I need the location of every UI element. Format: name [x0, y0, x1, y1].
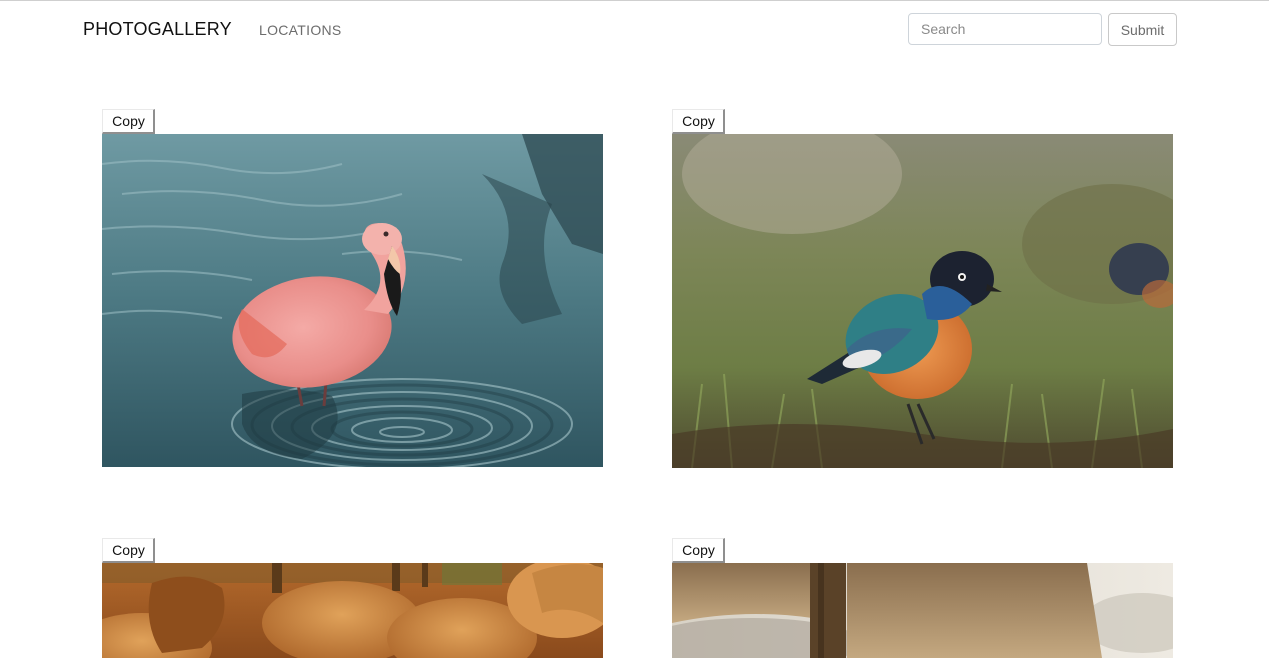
- top-navbar: PHOTOGALLERY LOCATIONS Submit: [0, 1, 1269, 56]
- nav-link-locations[interactable]: LOCATIONS: [259, 22, 342, 38]
- copy-photo-button[interactable]: Copy photo: [672, 538, 726, 580]
- copy-photo-button[interactable]: Copy photo: [102, 538, 156, 580]
- starling-bird-photo[interactable]: [672, 134, 1173, 468]
- search-input[interactable]: [908, 13, 1102, 45]
- brand-logo-link[interactable]: PHOTOGALLERY: [83, 19, 232, 40]
- flamingo-photo[interactable]: [102, 134, 603, 467]
- elephants-photo[interactable]: [102, 563, 603, 658]
- submit-button[interactable]: Submit: [1108, 13, 1177, 46]
- sailboat-photo[interactable]: [672, 563, 1173, 658]
- copy-photo-button[interactable]: Copy photo: [102, 109, 156, 151]
- copy-photo-button[interactable]: Copy photo: [672, 109, 726, 151]
